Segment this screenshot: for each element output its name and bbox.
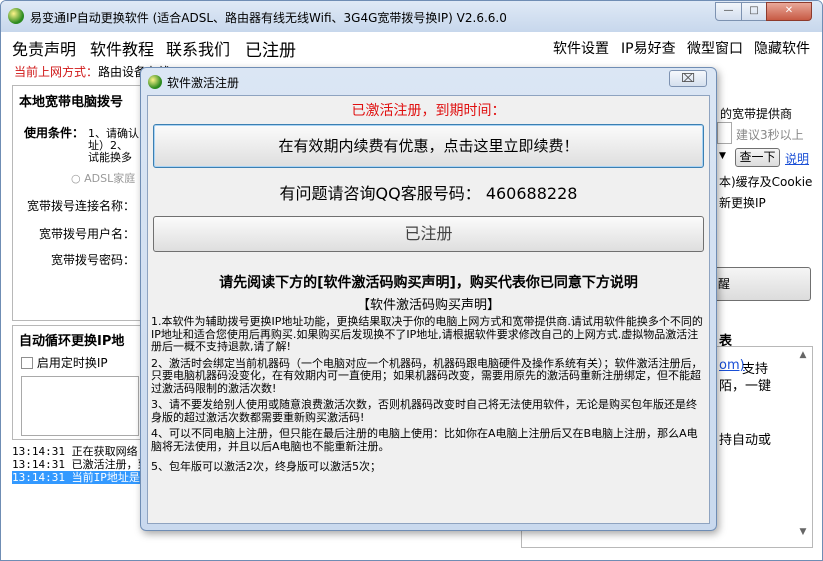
log-line-1: 13:14:31 正在获取网络	[12, 445, 140, 458]
menu-tutorial[interactable]: 软件教程	[90, 36, 154, 60]
log-text-2: 已激活注册，到	[71, 458, 149, 471]
menu-contact[interactable]: 联系我们	[166, 36, 230, 60]
timer-option[interactable]: 启用定时换IP	[21, 354, 108, 371]
activation-status: 已激活注册，到期时间：	[351, 103, 506, 119]
timer-checkbox[interactable]	[21, 357, 33, 369]
info-text-b: 持自动或	[719, 433, 772, 448]
dialog-app-icon	[148, 75, 162, 89]
maximize-button[interactable]: □	[741, 2, 767, 21]
log-text-1: 正在获取网络	[71, 445, 138, 458]
log-list: 13:14:31 正在获取网络 13:14:31 已激活注册，到 13:14:3…	[12, 445, 149, 545]
auto-loop-panel: 自动循环更换IP地 启用定时换IP	[12, 325, 142, 440]
log-time-3: 13:14:31	[12, 471, 65, 484]
local-dial-panel: 本地宽带电脑拨号 使用条件： 1、请确认 址）2、 试能换多 ○ ADSL家庭 …	[12, 85, 142, 321]
close-button[interactable]: ✕	[766, 2, 812, 21]
scroll-up-icon[interactable]: ▲	[795, 350, 811, 366]
statement-title: 【软件激活码购买声明】	[356, 298, 500, 313]
usage-text-3: 试能换多	[88, 151, 132, 164]
provider-label: 的宽带提供商	[720, 107, 793, 121]
log-time-1: 13:14:31	[12, 445, 65, 458]
qq-support-line: 有问题请咨询QQ客服号码： 460688228	[279, 184, 578, 203]
menu-registered[interactable]: 已注册	[245, 36, 296, 61]
title-bar: 易变通IP自动更换软件 (适合ADSL、路由器有线无线Wifi、3G4G宽带拨号…	[1, 1, 822, 32]
app-icon	[8, 8, 24, 24]
menu-bar: 免责声明 软件教程 联系我们 已注册 软件设置 IP易好查 微型窗口 隐藏软件	[1, 32, 822, 62]
statement-terms: 1.本软件为辅助拨号更换IP地址功能，更换结果取决于你的电脑上网方式和宽带提供商…	[151, 315, 705, 478]
log-line-3[interactable]: 13:14:31 当前IP地址是	[12, 471, 140, 484]
log-line-2: 13:14:31 已激活注册，到	[12, 458, 149, 471]
term-2: 2、激活时会绑定当前机器码（一个电脑对应一个机器码，机器码跟电脑硬件及操作系统有…	[151, 356, 703, 395]
menu-disclaimer[interactable]: 免责声明	[12, 36, 76, 60]
timer-label: 启用定时换IP	[36, 356, 108, 370]
renew-ip-option[interactable]: 新更换IP	[719, 194, 766, 211]
menu-settings[interactable]: 软件设置	[553, 38, 609, 58]
adsl-radio-label: ADSL家庭	[84, 172, 136, 185]
reminder-label: 醒	[718, 277, 731, 291]
check-button[interactable]: 查一下	[735, 148, 780, 167]
activation-dialog: 软件激活注册 ⌧ 已激活注册，到期时间： 在有效期内续费有优惠，点击这里立即续费…	[140, 67, 717, 531]
delay-input[interactable]	[717, 122, 732, 144]
timer-box[interactable]	[21, 376, 139, 436]
adsl-radio[interactable]: ○ ADSL家庭	[71, 170, 135, 186]
auto-loop-title: 自动循环更换IP地	[19, 334, 125, 349]
log-text-3: 当前IP地址是	[71, 471, 140, 484]
delay-hint: 建议3秒以上	[736, 128, 804, 142]
scroll-down-icon[interactable]: ▼	[795, 527, 811, 543]
user-name-label: 宽带拨号用户名：	[39, 227, 136, 241]
local-dial-title: 本地宽带电脑拨号	[19, 95, 124, 110]
dialog-content: 已激活注册，到期时间： 在有效期内续费有优惠，点击这里立即续费！ 有问题请咨询Q…	[147, 95, 710, 524]
dialog-close-button[interactable]: ⌧	[669, 70, 707, 87]
term-4: 4、可以不同电脑上注册，但只能在最后注册的电脑上使用：比如你在A电脑上注册后又在…	[151, 427, 698, 453]
purchase-notice: 请先阅读下方的[软件激活码购买声明]，购买代表你已同意下方说明	[219, 275, 638, 291]
menu-hide[interactable]: 隐藏软件	[754, 38, 810, 58]
minimize-button[interactable]: —	[715, 2, 742, 21]
term-1: 1.本软件为辅助拨号更换IP地址功能，更换结果取决于你的电脑上网方式和宽带提供商…	[151, 315, 703, 353]
info-text-a: 陌，一键	[719, 379, 772, 394]
connection-mode-label: 当前上网方式：	[14, 65, 99, 79]
cache-option[interactable]: 本)缓存及Cookie	[719, 173, 812, 190]
combo-arrow-icon[interactable]: ▼	[719, 151, 726, 161]
registered-button[interactable]: 已注册	[153, 216, 704, 252]
menu-mini-window[interactable]: 微型窗口	[687, 38, 743, 58]
term-5: 5、包年版可以激活2次，终身版可以激活5次；	[151, 460, 381, 473]
dialog-title: 软件激活注册	[167, 76, 240, 90]
usage-label: 使用条件：	[24, 126, 85, 140]
renew-button[interactable]: 在有效期内续费有优惠，点击这里立即续费！	[153, 124, 704, 168]
menu-ip-check[interactable]: IP易好查	[621, 38, 676, 58]
support-link[interactable]: om)	[719, 358, 745, 373]
log-time-2: 13:14:31	[12, 458, 65, 471]
help-link[interactable]: 说明	[785, 150, 809, 167]
password-label: 宽带拨号密码：	[51, 253, 136, 267]
conn-name-label: 宽带拨号连接名称：	[27, 199, 136, 213]
term-3: 3、请不要发给别人使用或随意浪费激活次数，否则机器码改变时自己将无法使用软件，无…	[151, 398, 697, 424]
window-title: 易变通IP自动更换软件 (适合ADSL、路由器有线无线Wifi、3G4G宽带拨号…	[30, 11, 507, 25]
reminder-button[interactable]: 醒	[701, 267, 811, 301]
